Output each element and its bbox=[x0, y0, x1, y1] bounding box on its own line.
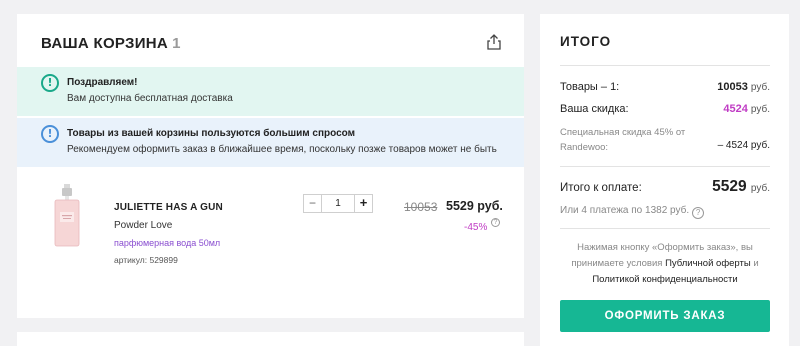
exclamation-icon: ! bbox=[41, 125, 59, 143]
next-section bbox=[17, 332, 524, 346]
privacy-policy-link[interactable]: Политикой конфиденциальности bbox=[592, 274, 737, 285]
notice-text: Рекомендуем оформить заказ в ближайшее в… bbox=[67, 144, 497, 155]
quantity-stepper: − 1 + bbox=[303, 194, 373, 213]
public-offer-link[interactable]: Публичной оферты bbox=[665, 258, 751, 269]
notice-title: Товары из вашей корзины пользуются больш… bbox=[67, 128, 356, 139]
installments-row: Или 4 платежа по 1382 руб.? bbox=[560, 205, 705, 219]
product-name[interactable]: Powder Love bbox=[114, 220, 172, 231]
currency: руб. bbox=[750, 104, 770, 115]
divider bbox=[560, 228, 770, 229]
divider bbox=[560, 65, 770, 66]
divider bbox=[560, 166, 770, 167]
discount-label: Ваша скидка: bbox=[560, 103, 629, 115]
order-summary: ИТОГО Товары – 1: 10053 руб. Ваша скидка… bbox=[540, 14, 789, 346]
total-amount: 5529 руб. bbox=[660, 178, 770, 196]
old-price: 10053 bbox=[404, 200, 438, 214]
installments-text: Или 4 платежа по 1382 руб. bbox=[560, 205, 690, 216]
cart-title-text: ВАША КОРЗИНА bbox=[41, 35, 169, 52]
special-discount-value: – 4524 руб. bbox=[717, 140, 770, 151]
cart-panel: ВАША КОРЗИНА 1 ! Поздравляем! Вам доступн… bbox=[17, 14, 524, 318]
share-icon[interactable] bbox=[487, 34, 501, 50]
discount-row: Ваша скидка: 4524 руб. bbox=[560, 103, 770, 115]
goods-label: Товары – 1: bbox=[560, 81, 620, 93]
goods-row: Товары – 1: 10053 руб. bbox=[560, 81, 770, 93]
total-label: Итого к оплате: bbox=[560, 182, 642, 194]
product-image[interactable] bbox=[54, 184, 80, 248]
product-type: парфюмерная вода 50мл bbox=[114, 238, 221, 248]
notice-title: Поздравляем! bbox=[67, 77, 138, 88]
product-brand[interactable]: JULIETTE HAS A GUN bbox=[114, 202, 223, 213]
discount-value: 4524 bbox=[723, 103, 748, 115]
free-delivery-notice: ! Поздравляем! Вам доступна бесплатная д… bbox=[17, 67, 524, 116]
quantity-value[interactable]: 1 bbox=[322, 194, 354, 213]
terms-text: Нажимая кнопку «Оформить заказ», вы прин… bbox=[550, 240, 780, 288]
decrease-quantity-button[interactable]: − bbox=[303, 194, 322, 213]
currency: руб. bbox=[750, 82, 770, 93]
product-sku: артикул: 529899 bbox=[114, 255, 178, 265]
increase-quantity-button[interactable]: + bbox=[354, 194, 373, 213]
cart-title: ВАША КОРЗИНА 1 bbox=[41, 35, 181, 52]
currency: руб. bbox=[750, 183, 770, 194]
notice-text: Вам доступна бесплатная доставка bbox=[67, 93, 233, 104]
current-price: 5529 руб. bbox=[446, 199, 503, 213]
discount-percent: -45% bbox=[464, 222, 488, 233]
terms-and: и bbox=[753, 258, 759, 269]
goods-value: 10053 bbox=[717, 81, 748, 93]
special-discount-label: Специальная скидка 45% от Randewoo: bbox=[560, 127, 686, 153]
exclamation-icon: ! bbox=[41, 74, 59, 92]
place-order-button[interactable]: ОФОРМИТЬ ЗАКАЗ bbox=[560, 300, 770, 332]
cart-count: 1 bbox=[172, 35, 181, 52]
total-value: 5529 bbox=[712, 178, 747, 195]
summary-title: ИТОГО bbox=[560, 34, 612, 49]
question-icon[interactable]: ? bbox=[692, 207, 705, 219]
high-demand-notice: ! Товары из вашей корзины пользуются бол… bbox=[17, 118, 524, 167]
question-icon[interactable]: ? bbox=[491, 218, 500, 227]
